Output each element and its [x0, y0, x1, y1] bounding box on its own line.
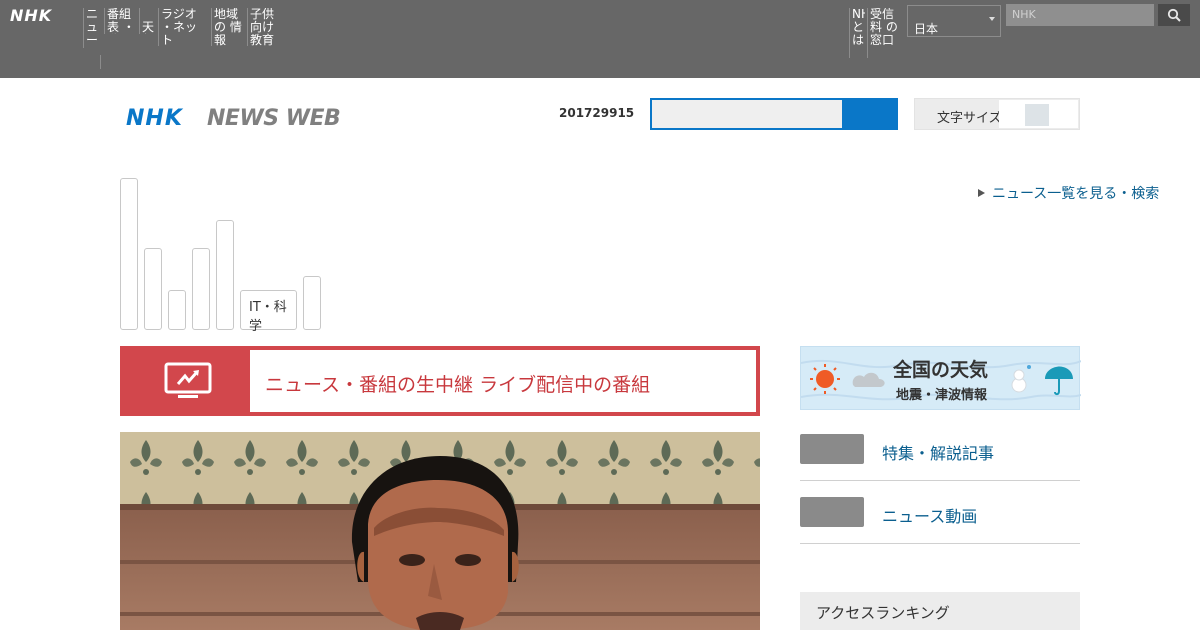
right-link-label: ニュース動画	[882, 507, 978, 526]
gnav-divider	[100, 55, 101, 69]
tv-live-icon	[164, 362, 212, 398]
global-search-input[interactable]: NHK	[1006, 4, 1154, 26]
ranking-title: アクセスランキング	[816, 604, 950, 622]
global-search-button[interactable]	[1158, 4, 1190, 26]
live-stream-banner[interactable]: ニュース・番組の生中継 ライブ配信中の番組	[120, 346, 760, 416]
gnav-item-news[interactable]: ニュ ース	[83, 8, 99, 48]
genre-tab-5[interactable]	[216, 220, 234, 330]
news-list-link[interactable]: ニュース一覧を見る・検索	[978, 183, 1159, 203]
brand-nhk: NHK	[126, 106, 183, 131]
right-link-label: 特集・解説記事	[882, 444, 995, 463]
live-banner-text: ニュース・番組の生中継 ライブ配信中の番組	[265, 374, 651, 396]
gnav-item-local[interactable]: 地域の 情報	[211, 8, 247, 46]
live-banner-text-box: ニュース・番組の生中継 ライブ配信中の番組	[250, 350, 756, 412]
news-list-link-label: ニュース一覧を見る・検索	[992, 186, 1160, 202]
gnav-item-about[interactable]: NHK とは	[849, 8, 865, 58]
news-photo-image	[120, 432, 760, 630]
search-icon	[1167, 8, 1181, 22]
weather-banner[interactable]: 全国の天気 地震・津波情報	[800, 346, 1081, 410]
genre-tab-3[interactable]	[168, 290, 186, 330]
news-search-input[interactable]	[652, 100, 842, 128]
right-link-videos[interactable]: ニュース動画	[800, 497, 1080, 544]
nhk-logo[interactable]: NHK	[10, 6, 52, 25]
genre-tab-1[interactable]	[120, 178, 138, 330]
right-link-thumbnail	[800, 434, 864, 464]
gnav-item-programs[interactable]: 番組表 ・動画	[104, 8, 141, 34]
genre-tab-4[interactable]	[192, 248, 210, 330]
genre-tab-7[interactable]	[303, 276, 321, 330]
update-date: 201729915	[559, 106, 635, 120]
triangle-right-icon	[978, 189, 985, 197]
weather-title: 全国の天気	[893, 359, 989, 381]
gnav-item-weather[interactable]: 天気	[139, 8, 157, 34]
gnav-item-radio[interactable]: ラジオ ・ネット	[158, 8, 208, 46]
toggle-track[interactable]	[999, 100, 1078, 128]
brand-news-web: NEWS WEB	[207, 106, 341, 131]
chevron-down-icon	[989, 17, 995, 21]
gnav-item-fees[interactable]: 受信料 の窓口	[867, 8, 905, 58]
genre-tab-2[interactable]	[144, 248, 162, 330]
language-select-value: 日本	[914, 22, 939, 36]
toggle-knob[interactable]	[1025, 104, 1049, 126]
gnav-item-education[interactable]: 子供 向け教育 番組	[247, 8, 283, 46]
ranking-header: アクセスランキング	[800, 592, 1080, 630]
news-search	[650, 98, 898, 130]
right-link-thumbnail	[800, 497, 864, 527]
top-news-photo[interactable]	[120, 432, 760, 630]
global-header: NHK ニュ ース 番組表 ・動画 天気 ラジオ ・ネット 地域の 情報 子供 …	[0, 0, 1200, 78]
news-search-button[interactable]	[842, 100, 896, 128]
language-select[interactable]: 日本	[907, 5, 1001, 37]
right-link-features[interactable]: 特集・解説記事	[800, 434, 1080, 481]
toggle-label: 文字サイズ	[937, 111, 1002, 126]
text-size-toggle[interactable]: 文字サイズ	[914, 98, 1080, 130]
weather-subtitle: 地震・津波情報	[896, 388, 988, 403]
genre-tab-it-science[interactable]: IT・科学	[240, 290, 297, 334]
